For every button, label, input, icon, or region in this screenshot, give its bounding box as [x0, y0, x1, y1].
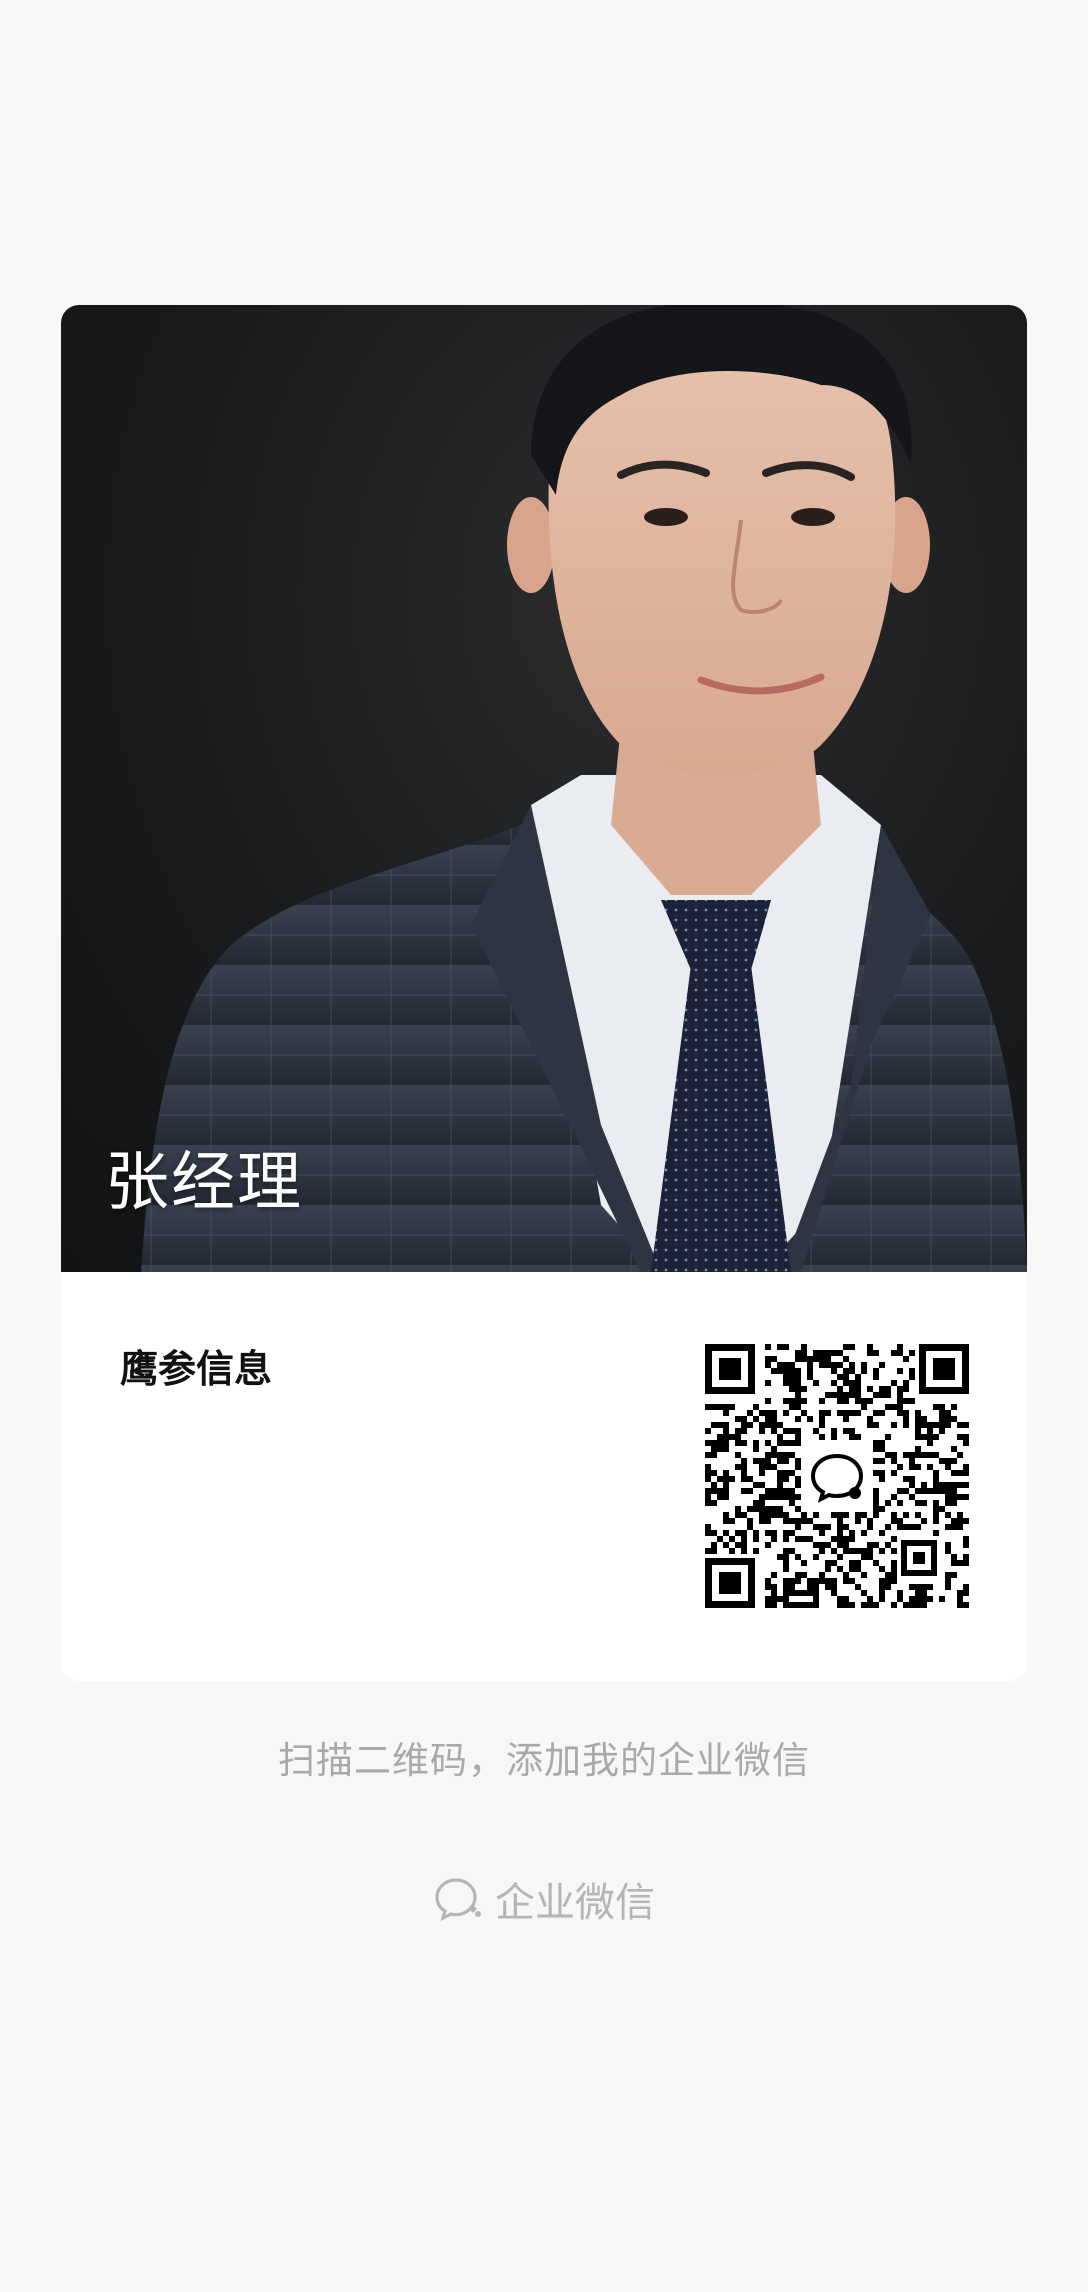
profile-photo: 张经理 [61, 305, 1027, 1272]
scan-hint-text: 扫描二维码，添加我的企业微信 [278, 1739, 810, 1782]
wecom-logo-icon [435, 1878, 481, 1922]
qr-code-icon[interactable] [705, 1344, 969, 1608]
company-name: 鹰参信息 [120, 1347, 273, 1391]
person-name: 张经理 [105, 1146, 303, 1220]
wecom-brand: 企业微信 [0, 1870, 1088, 1928]
brand-label: 企业微信 [495, 1880, 655, 1926]
person-portrait [141, 305, 1027, 1272]
business-card: 张经理 鹰参信息 [61, 305, 1027, 1681]
